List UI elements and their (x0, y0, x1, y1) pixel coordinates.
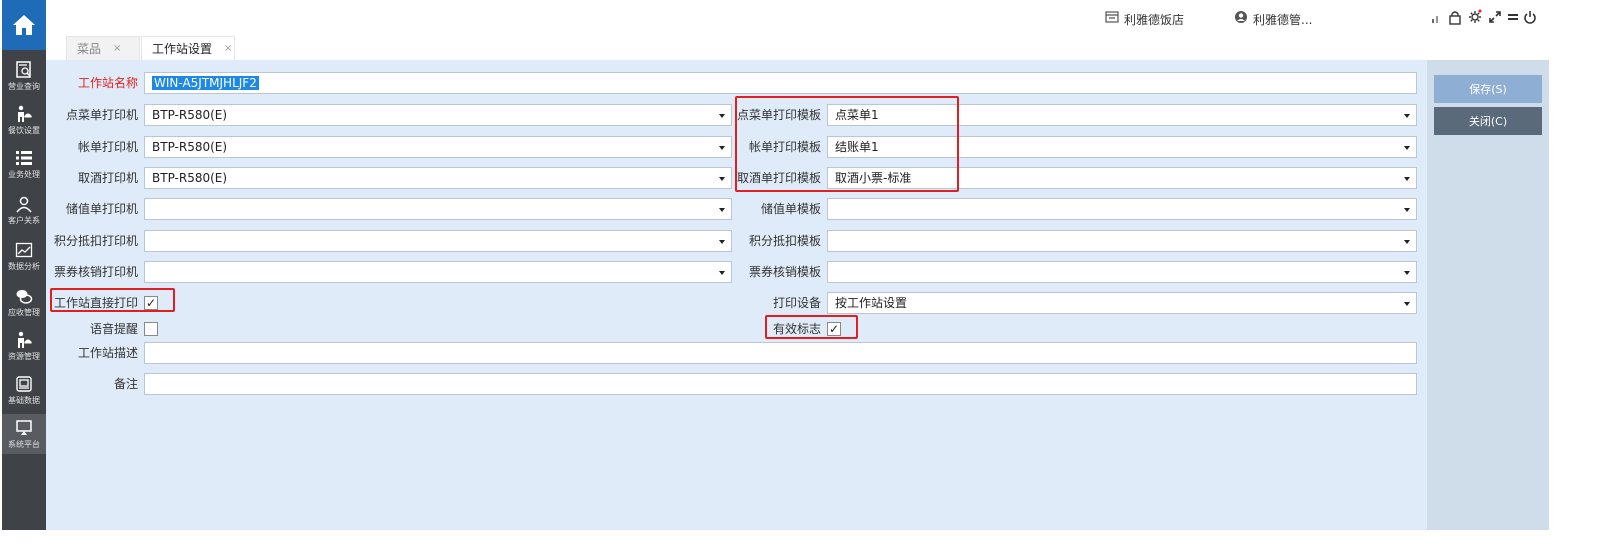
tab-label: 菜品 (77, 42, 102, 56)
device-value: 按工作站设置 (835, 296, 908, 310)
user-name[interactable]: 利雅德管... (1253, 11, 1312, 28)
chevron-down-icon[interactable] (1402, 262, 1412, 282)
expand-icon[interactable] (1488, 10, 1502, 24)
store-name[interactable]: 利雅德饭店 (1124, 11, 1184, 28)
highlight-templates (735, 96, 959, 192)
chart-icon (15, 242, 33, 257)
remark-input[interactable] (144, 373, 1417, 395)
tab-bar: 菜品 × 工作站设置 × (46, 36, 1599, 60)
store-icon (1105, 11, 1119, 23)
tab-workstation-settings[interactable]: 工作站设置 × (141, 36, 235, 60)
lock-icon[interactable] (1448, 10, 1462, 25)
bill-printer-select[interactable]: BTP-R580(E) (144, 136, 732, 158)
remark-label: 备注 (113, 377, 138, 391)
chevron-down-icon[interactable] (1402, 293, 1412, 313)
desc-label: 工作站描述 (77, 346, 138, 360)
sidebar-item-base-data[interactable]: 基础数据 (2, 370, 46, 410)
points-tpl-label: 积分抵扣模板 (748, 234, 821, 248)
sidebar-item-label: 业务处理 (8, 169, 40, 179)
stored-printer-select[interactable] (144, 198, 732, 220)
highlight-direct-print (50, 288, 175, 312)
sidebar-item-label: 应收管理 (8, 307, 40, 317)
waiter-icon (18, 331, 33, 348)
users-icon (16, 196, 32, 212)
order-printer-select[interactable]: BTP-R580(E) (144, 104, 732, 126)
power-icon[interactable] (1523, 10, 1537, 25)
sidebar-item-catering-settings[interactable]: 餐饮设置 (2, 100, 46, 140)
voice-checkbox[interactable] (144, 322, 158, 336)
tab-label: 工作站设置 (152, 42, 213, 56)
chevron-down-icon[interactable] (1402, 199, 1412, 219)
chevron-down-icon[interactable] (1402, 168, 1412, 188)
bill-printer-label: 帐单打印机 (77, 140, 138, 154)
points-printer-label: 积分抵扣打印机 (53, 234, 138, 248)
coupon-printer-label: 票券核销打印机 (53, 265, 138, 279)
close-button[interactable]: 关闭(C) (1434, 107, 1542, 135)
printer-icon (16, 375, 32, 392)
sidebar-item-label: 数据分析 (8, 261, 40, 271)
tab-dishes[interactable]: 菜品 × (66, 36, 140, 60)
station-name-input[interactable]: WIN-A5JTMJHLJF2 (144, 72, 1417, 94)
list-icon (16, 150, 32, 165)
save-button[interactable]: 保存(S) (1434, 75, 1542, 103)
sidebar-item-business-process[interactable]: 业务处理 (2, 144, 46, 184)
coupon-tpl-label: 票券核销模板 (748, 265, 821, 279)
search-receipt-icon (16, 60, 31, 78)
home-button[interactable] (2, 0, 46, 50)
stored-printer-label: 储值单打印机 (65, 202, 138, 216)
top-bar: 利雅德饭店 利雅德管... (46, 0, 1599, 36)
sidebar-item-label: 资源管理 (8, 351, 40, 361)
sidebar-item-label: 客户关系 (8, 215, 40, 225)
sidebar: 营业查询 餐饮设置 业务处理 客户关系 数据分析 应收管理 资源管理 基础数据 … (2, 0, 46, 530)
points-printer-select[interactable] (144, 230, 732, 252)
sidebar-item-label: 基础数据 (8, 395, 40, 405)
sidebar-item-label: 营业查询 (8, 81, 40, 91)
sidebar-item-receivables[interactable]: 应收管理 (2, 282, 46, 322)
station-name-value: WIN-A5JTMJHLJF2 (152, 76, 259, 90)
sidebar-item-resources[interactable]: 资源管理 (2, 326, 46, 366)
sidebar-item-customer-relations[interactable]: 客户关系 (2, 190, 46, 230)
coupon-tpl-select[interactable] (827, 261, 1417, 283)
close-icon[interactable]: × (113, 43, 121, 54)
sidebar-item-label: 系统平台 (8, 439, 40, 449)
device-label: 打印设备 (772, 296, 821, 310)
money-icon (16, 289, 33, 304)
bill-printer-value: BTP-R580(E) (152, 140, 228, 154)
device-select[interactable]: 按工作站设置 (827, 292, 1417, 314)
order-printer-label: 点菜单打印机 (65, 108, 138, 122)
coupon-printer-select[interactable] (144, 261, 732, 283)
sidebar-item-business-query[interactable]: 营业查询 (2, 56, 46, 96)
cancel-printer-select[interactable]: BTP-R580(E) (144, 167, 732, 189)
action-panel: 保存(S) 关闭(C) (1427, 60, 1549, 530)
chevron-down-icon[interactable] (1402, 105, 1412, 125)
order-printer-value: BTP-R580(E) (152, 108, 228, 122)
cancel-printer-label: 取酒打印机 (77, 171, 138, 185)
sidebar-item-data-analysis[interactable]: 数据分析 (2, 236, 46, 276)
form-area: 工作站名称 WIN-A5JTMJHLJF2 点菜单打印机 BTP-R580(E)… (46, 60, 1427, 530)
station-name-label: 工作站名称 (77, 76, 138, 90)
chevron-down-icon[interactable] (1402, 231, 1412, 251)
chevron-down-icon[interactable] (1402, 137, 1412, 157)
cancel-printer-value: BTP-R580(E) (152, 171, 228, 185)
sidebar-item-label: 餐饮设置 (8, 125, 40, 135)
voice-label: 语音提醒 (89, 322, 138, 336)
stored-tpl-label: 储值单模板 (760, 202, 821, 216)
sidebar-item-system-platform[interactable]: 系统平台 (2, 414, 46, 454)
user-icon (1235, 11, 1247, 23)
stored-tpl-select[interactable] (827, 198, 1417, 220)
monitor-icon (16, 419, 32, 435)
signal-icon (1432, 16, 1438, 23)
highlight-valid (765, 315, 858, 339)
desc-input[interactable] (144, 342, 1417, 364)
gear-icon[interactable] (1467, 8, 1483, 24)
close-icon[interactable]: × (224, 43, 232, 54)
points-tpl-select[interactable] (827, 230, 1417, 252)
waiter-icon (18, 105, 33, 122)
home-icon (13, 15, 35, 35)
minimize-icon[interactable] (1507, 12, 1519, 22)
